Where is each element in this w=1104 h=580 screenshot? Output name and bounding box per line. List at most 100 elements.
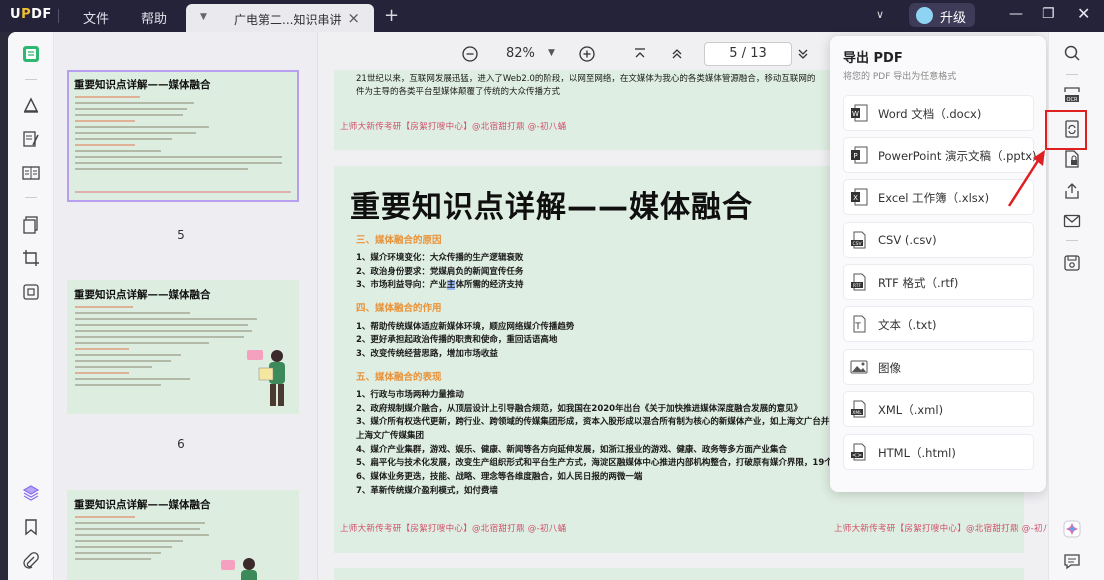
page-number-5: 5	[177, 228, 185, 242]
page-tools-icon[interactable]	[22, 283, 40, 301]
titlebar-divider	[58, 9, 59, 23]
rtf-icon: RTF	[851, 273, 866, 291]
export-html-button[interactable]: <> HTML（.html)	[844, 435, 1033, 469]
export-text-button[interactable]: T 文本（.txt)	[844, 307, 1033, 341]
export-word-button[interactable]: W Word 文档（.docx)	[844, 96, 1033, 130]
svg-text:XML: XML	[852, 410, 862, 416]
thumbnail-panel: 重要知识点详解——媒体融合 5 重要知识点详解——媒体融合 6 重要知识点详解—…	[55, 32, 318, 580]
chevron-down-icon[interactable]: ∨	[876, 8, 884, 21]
page-watermark: 上师大新传考研【房絮打嗖中心】@北宿甜打鼎 @-初八蛹	[340, 524, 567, 534]
thumbnail-footer	[75, 191, 291, 193]
layers-icon[interactable]	[22, 484, 40, 502]
svg-text:CSV: CSV	[852, 241, 862, 247]
new-tab-icon[interactable]: +	[384, 5, 399, 26]
toolbar-divider	[1066, 74, 1078, 75]
list-item: 3、改变传统经营思路，增加市场收益	[356, 349, 498, 359]
section-heading: 五、媒体融合的表现	[356, 372, 442, 383]
organize-pages-icon[interactable]	[22, 216, 40, 234]
export-option-label: RTF 格式（.rtf)	[878, 276, 959, 290]
page-thumbnail-6[interactable]: 重要知识点详解——媒体融合	[67, 280, 299, 414]
list-item: 4、媒介产业集群，游戏、娱乐、健康、新闻等各方向延伸发展，如浙江报业的游戏、健康…	[356, 445, 787, 455]
page-thumbnail-7[interactable]: 重要知识点详解——媒体融合	[67, 490, 299, 580]
red-highlight-box	[1045, 110, 1087, 150]
thumbnail-illustration	[247, 350, 285, 406]
list-item: 6、媒体业务更迭，技能、战略、理念等各维度融合，如人民日报的两微一端	[356, 472, 643, 482]
edit-pdf-icon[interactable]	[22, 130, 40, 148]
attachment-icon[interactable]	[22, 552, 40, 570]
zoom-level[interactable]: 82%	[506, 46, 535, 61]
list-item: 1、帮助传统媒体适应新媒体环境，顺应网络媒介传播趋势	[356, 322, 575, 332]
tab-dropdown-icon[interactable]: ▼	[200, 12, 207, 22]
thumbnail-title: 重要知识点详解——媒体融合	[74, 289, 211, 301]
page-text-line: 件为主导的各类平台型媒体颠覆了传统的大众传播方式	[356, 87, 561, 97]
export-pdf-panel: 导出 PDF 将您的 PDF 导出为任意格式 W Word 文档（.docx) …	[830, 36, 1046, 492]
left-toolbar	[8, 32, 54, 580]
total-pages: 13	[750, 46, 767, 61]
share-icon[interactable]	[1063, 182, 1081, 200]
svg-text:OCR: OCR	[1067, 97, 1078, 103]
svg-text:X: X	[853, 194, 858, 202]
svg-text:W: W	[852, 110, 859, 118]
pdf-page-next	[334, 568, 1024, 580]
previous-page-icon[interactable]	[669, 46, 685, 62]
export-image-button[interactable]: 图像	[844, 350, 1033, 384]
thumbnail-text-lines	[75, 96, 291, 174]
list-item: 3、媒介所有权迭代更新，跨行业、跨领域的传媒集团形成，资本入股形成以混合所有制为…	[356, 417, 830, 427]
bookmark-icon[interactable]	[22, 518, 40, 536]
document-tab[interactable]: ▼ 广电第二...知识串讲 ×	[186, 4, 374, 32]
zoom-in-icon[interactable]	[579, 46, 595, 62]
upgrade-label: 升级	[940, 11, 967, 26]
export-option-label: Excel 工作簿（.xlsx)	[878, 191, 990, 205]
export-xml-button[interactable]: XML XML（.xml)	[844, 392, 1033, 426]
current-page[interactable]: 5	[729, 46, 737, 61]
page-watermark: 上师大新传考研【房絮打嗖中心】@北宿甜打鼎 @-初八蛹	[340, 122, 567, 132]
comment-icon[interactable]	[22, 96, 40, 114]
menu-file[interactable]: 文件	[83, 8, 109, 27]
section-heading: 三、媒体融合的原因	[356, 235, 442, 246]
ocr-icon[interactable]: OCR	[1063, 86, 1081, 104]
svg-text:P: P	[853, 152, 857, 160]
menu-help[interactable]: 帮助	[141, 8, 167, 27]
ai-assistant-icon[interactable]	[1063, 520, 1081, 538]
search-icon[interactable]	[1063, 44, 1081, 62]
page-thumbnail-5[interactable]: 重要知识点详解——媒体融合	[67, 70, 299, 202]
svg-text:<>: <>	[852, 452, 862, 459]
export-option-label: XML（.xml)	[878, 403, 944, 417]
next-page-icon[interactable]	[795, 46, 811, 62]
html-icon: <>	[851, 443, 866, 461]
export-panel-title: 导出 PDF	[843, 51, 903, 66]
minimize-icon[interactable]: —	[1009, 6, 1023, 22]
close-window-icon[interactable]: ✕	[1077, 4, 1090, 23]
zoom-out-icon[interactable]	[462, 46, 478, 62]
upgrade-button[interactable]: 升级	[909, 3, 975, 27]
thumbnail-title: 重要知识点详解——媒体融合	[74, 499, 211, 511]
page-indicator[interactable]: 5 / 13	[704, 42, 792, 66]
crop-icon[interactable]	[22, 249, 40, 267]
export-csv-button[interactable]: CSV CSV (.csv)	[844, 223, 1033, 257]
red-arrow-annotation	[1007, 150, 1045, 207]
toolbar-divider	[25, 79, 37, 80]
export-option-label: 图像	[878, 361, 901, 375]
list-item: 上海文广传媒集团	[356, 431, 425, 441]
list-item: 2、更好承担起政治传播的职责和使命，重回话语高地	[356, 335, 558, 345]
email-icon[interactable]	[1063, 212, 1081, 230]
save-icon[interactable]	[1063, 254, 1081, 272]
page-text-line: 21世纪以来，互联网发展迅猛，进入了Web2.0的阶段，以网至网络，在文媒体为我…	[356, 74, 816, 84]
first-page-icon[interactable]	[632, 46, 648, 62]
page-watermark: 上师大新传考研【房絮打嗖中心】@北宿甜打鼎 @-初八蛹	[834, 524, 1061, 534]
protect-pdf-icon[interactable]	[1063, 150, 1081, 168]
page-title: 重要知识点详解——媒体融合	[350, 190, 753, 225]
svg-text:T: T	[854, 322, 861, 332]
export-option-label: 文本（.txt)	[878, 318, 937, 332]
page-view-icon[interactable]	[22, 164, 40, 182]
toolbar-divider	[25, 197, 37, 198]
maximize-icon[interactable]: ❐	[1042, 6, 1055, 22]
csv-icon: CSV	[851, 231, 866, 249]
close-tab-icon[interactable]: ×	[347, 9, 360, 27]
export-rtf-button[interactable]: RTF RTF 格式（.rtf)	[844, 265, 1033, 299]
thumbnail-title: 重要知识点详解——媒体融合	[74, 79, 211, 91]
list-item: 7、革新传统媒介盈利模式，如付费墙	[356, 486, 498, 496]
reader-mode-icon[interactable]	[22, 45, 40, 63]
chat-icon[interactable]	[1063, 552, 1081, 570]
zoom-dropdown-icon[interactable]: ▼	[548, 48, 555, 58]
